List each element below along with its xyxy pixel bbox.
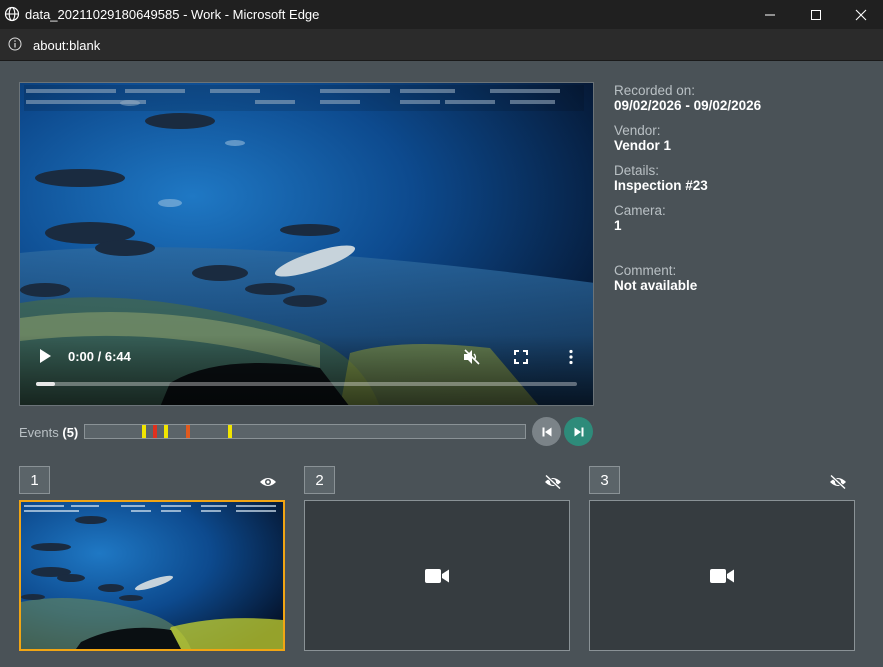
info-icon[interactable] <box>8 37 22 51</box>
address-bar: about:blank <box>0 29 883 61</box>
event-marker[interactable] <box>228 425 232 438</box>
event-marker[interactable] <box>186 425 190 438</box>
eye-icon[interactable] <box>259 475 277 489</box>
title-bar: data_20211029180649585 - Work - Microsof… <box>0 0 883 29</box>
video-camera-icon <box>710 568 734 583</box>
events-timeline[interactable] <box>84 424 526 439</box>
recorded-on-value: 09/02/2026 - 09/02/2026 <box>614 98 762 113</box>
events-label-text: Events <box>19 425 59 440</box>
video-time: 0:00 / 6:44 <box>68 349 131 364</box>
comment-value: Not available <box>614 278 698 293</box>
recording-details: Recorded on: 09/02/2026 - 09/02/2026 Ven… <box>614 83 864 303</box>
events-label: Events (5) <box>19 425 78 440</box>
camera-tile-1[interactable]: 1 <box>19 466 285 651</box>
camera-2-thumbnail[interactable] <box>304 500 570 651</box>
controls-overlay <box>20 335 593 405</box>
eye-off-icon[interactable] <box>544 475 562 489</box>
window-title: data_20211029180649585 - Work - Microsof… <box>25 7 320 22</box>
camera-tile-2[interactable]: 2 <box>304 466 570 651</box>
video-camera-icon <box>425 568 449 583</box>
event-marker[interactable] <box>142 425 146 438</box>
more-options-icon[interactable] <box>563 349 579 365</box>
camera-1-thumbnail[interactable] <box>19 500 285 651</box>
close-button[interactable] <box>838 0 883 29</box>
globe-icon <box>4 6 20 22</box>
maximize-button[interactable] <box>793 0 839 29</box>
camera-1-video-frame <box>21 502 283 649</box>
minimize-button[interactable] <box>747 0 793 29</box>
skip-next-icon <box>574 427 583 436</box>
camera-value: 1 <box>614 218 622 233</box>
maximize-icon <box>811 9 821 20</box>
previous-event-button[interactable] <box>532 417 561 446</box>
play-icon[interactable] <box>38 348 52 364</box>
details-label: Details: <box>614 163 660 178</box>
video-progress-fill <box>36 382 55 386</box>
muted-icon[interactable] <box>463 349 481 365</box>
url-text[interactable]: about:blank <box>33 38 100 53</box>
camera-number: 1 <box>19 466 50 494</box>
vendor-value: Vendor 1 <box>614 138 672 153</box>
close-icon <box>855 9 867 20</box>
event-marker[interactable] <box>153 425 157 438</box>
inspection-viewer: 0:00 / 6:44 Recorded on: 09/02/2026 - 09… <box>0 61 883 667</box>
video-progress-bar[interactable] <box>36 382 577 386</box>
minimize-icon <box>765 14 775 15</box>
comment-label: Comment: <box>614 263 677 278</box>
skip-previous-icon <box>542 427 551 436</box>
camera-3-thumbnail[interactable] <box>589 500 855 651</box>
fullscreen-icon[interactable] <box>513 349 529 365</box>
camera-label: Camera: <box>614 203 666 218</box>
camera-tile-3[interactable]: 3 <box>589 466 855 651</box>
camera-number: 2 <box>304 466 335 494</box>
video-player[interactable]: 0:00 / 6:44 <box>19 82 594 406</box>
next-event-button[interactable] <box>564 417 593 446</box>
recorded-on-label: Recorded on: <box>614 83 696 98</box>
event-marker[interactable] <box>164 425 168 438</box>
events-count: (5) <box>62 425 79 440</box>
details-value: Inspection #23 <box>614 178 708 193</box>
vendor-label: Vendor: <box>614 123 661 138</box>
camera-number: 3 <box>589 466 620 494</box>
eye-off-icon[interactable] <box>829 475 847 489</box>
